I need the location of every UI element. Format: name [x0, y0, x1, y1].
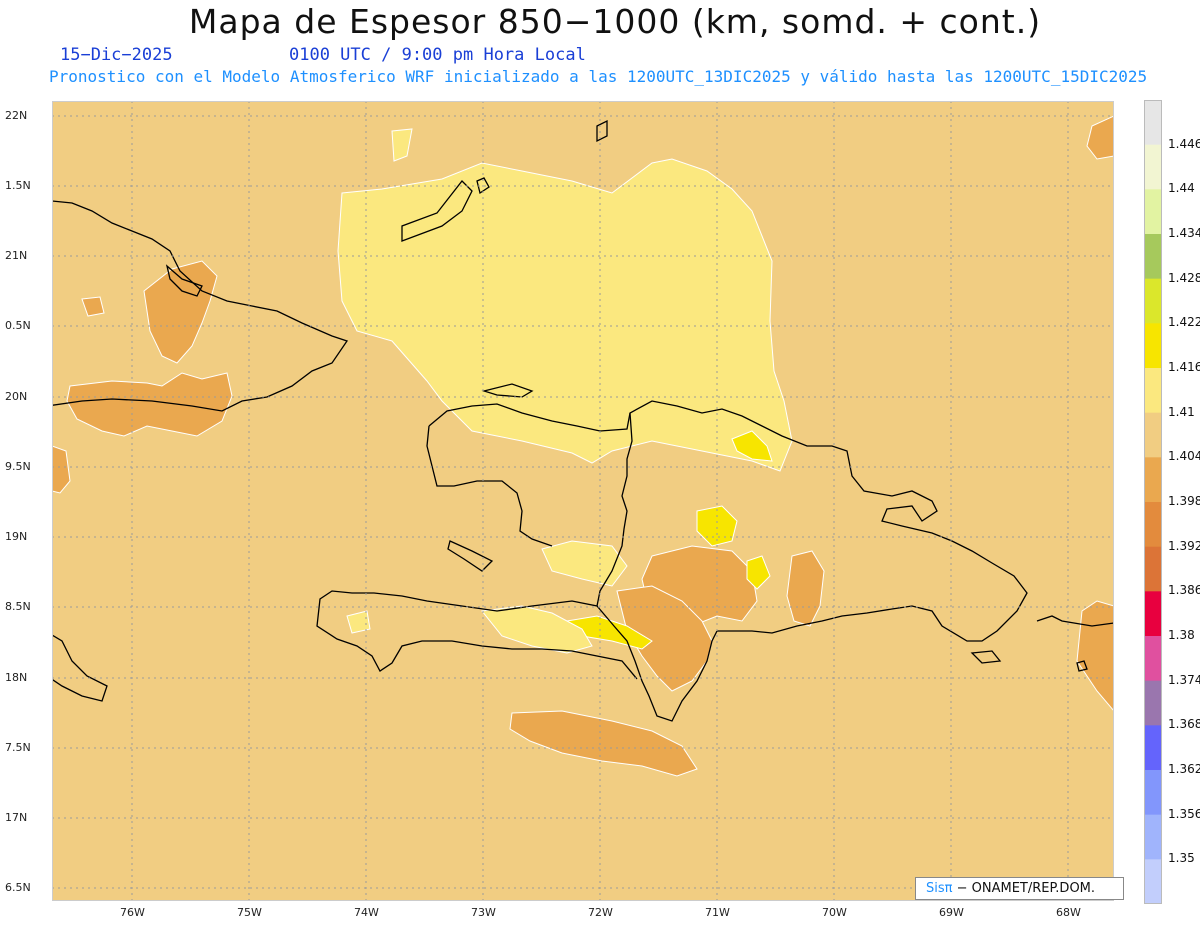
colorbar-label: 1.392	[1168, 538, 1200, 553]
colorbar-label: 1.374	[1168, 672, 1200, 687]
colorbar-swatch	[1144, 189, 1162, 235]
colorbar-label: 1.404	[1168, 449, 1200, 464]
forecast-time: 0100 UTC / 9:00 pm Hora Local	[289, 45, 586, 65]
lon-label-69w: 69W	[939, 906, 964, 919]
colorbar-label: 1.428	[1168, 270, 1200, 285]
colorbar-label: 1.38	[1168, 628, 1195, 642]
lat-label-17n: 17N	[5, 811, 28, 824]
colorbar-swatch	[1144, 814, 1162, 860]
lon-label-72w: 72W	[588, 906, 613, 919]
lat-label-21n: 21N	[5, 249, 28, 262]
colorbar-label: 1.356	[1168, 806, 1200, 821]
colorbar-swatch	[1144, 457, 1162, 503]
colorbar-label: 1.434	[1168, 226, 1200, 240]
colorbar-swatch	[1144, 591, 1162, 637]
lat-label-21-5n: 1.5N	[5, 179, 31, 192]
colorbar-swatch	[1144, 144, 1162, 190]
colorbar-label: 1.446	[1168, 136, 1200, 151]
colorbar-swatch	[1144, 412, 1162, 458]
colorbar-swatch	[1144, 636, 1162, 682]
colorbar-swatch	[1144, 770, 1162, 816]
lat-label-18-5n: 8.5N	[5, 600, 31, 613]
map-title: Mapa de Espesor 850−1000 (km, somd. + co…	[188, 2, 1042, 41]
lon-label-70w: 70W	[822, 906, 847, 919]
credit-text: − ONAMET/REP.DOM.	[956, 881, 1096, 896]
lon-label-76w: 76W	[120, 906, 145, 919]
lat-label-18n: 18N	[5, 671, 28, 684]
lon-label-71w: 71W	[705, 906, 730, 919]
colorbar-swatch	[1144, 725, 1162, 771]
colorbar-label: 1.386	[1168, 583, 1200, 598]
colorbar-label: 1.422	[1168, 315, 1200, 330]
colorbar-label: 1.416	[1168, 360, 1200, 374]
colorbar-swatch	[1144, 546, 1162, 592]
colorbar-swatch	[1144, 680, 1162, 726]
lon-label-73w: 73W	[471, 906, 496, 919]
lon-label-75w: 75W	[237, 906, 262, 919]
lat-label-16-5n: 6.5N	[5, 881, 31, 894]
colorbar-swatch	[1144, 100, 1162, 146]
lat-label-19-5n: 9.5N	[5, 460, 31, 473]
lat-label-22n: 22N	[5, 109, 28, 122]
credit-sis: Sisπ	[926, 881, 953, 896]
colorbar-swatch	[1144, 502, 1162, 548]
colorbar-swatch	[1144, 234, 1162, 280]
colorbar-swatch	[1144, 859, 1162, 904]
colorbar-label: 1.362	[1168, 762, 1200, 776]
lat-label-17-5n: 7.5N	[5, 741, 31, 754]
colorbar-label: 1.398	[1168, 494, 1200, 508]
colorbar-swatch	[1144, 278, 1162, 324]
colorbar	[1144, 100, 1162, 904]
thickness-map	[52, 101, 1114, 901]
lon-label-74w: 74W	[354, 906, 379, 919]
forecast-date: 15−Dic−2025	[60, 45, 173, 65]
lat-label-19n: 19N	[5, 530, 28, 543]
forecast-note: Pronostico con el Modelo Atmosferico WRF…	[49, 67, 1148, 86]
lat-label-20-5n: 0.5N	[5, 319, 31, 332]
colorbar-label: 1.41	[1168, 404, 1195, 419]
colorbar-swatch	[1144, 368, 1162, 414]
colorbar-swatch	[1144, 323, 1162, 369]
colorbar-label: 1.35	[1168, 851, 1195, 866]
colorbar-label: 1.368	[1168, 717, 1200, 732]
lon-label-68w: 68W	[1056, 906, 1081, 919]
credit-box: Sisπ − ONAMET/REP.DOM.	[915, 877, 1124, 900]
colorbar-label: 1.44	[1168, 181, 1195, 196]
lat-label-20n: 20N	[5, 390, 28, 403]
